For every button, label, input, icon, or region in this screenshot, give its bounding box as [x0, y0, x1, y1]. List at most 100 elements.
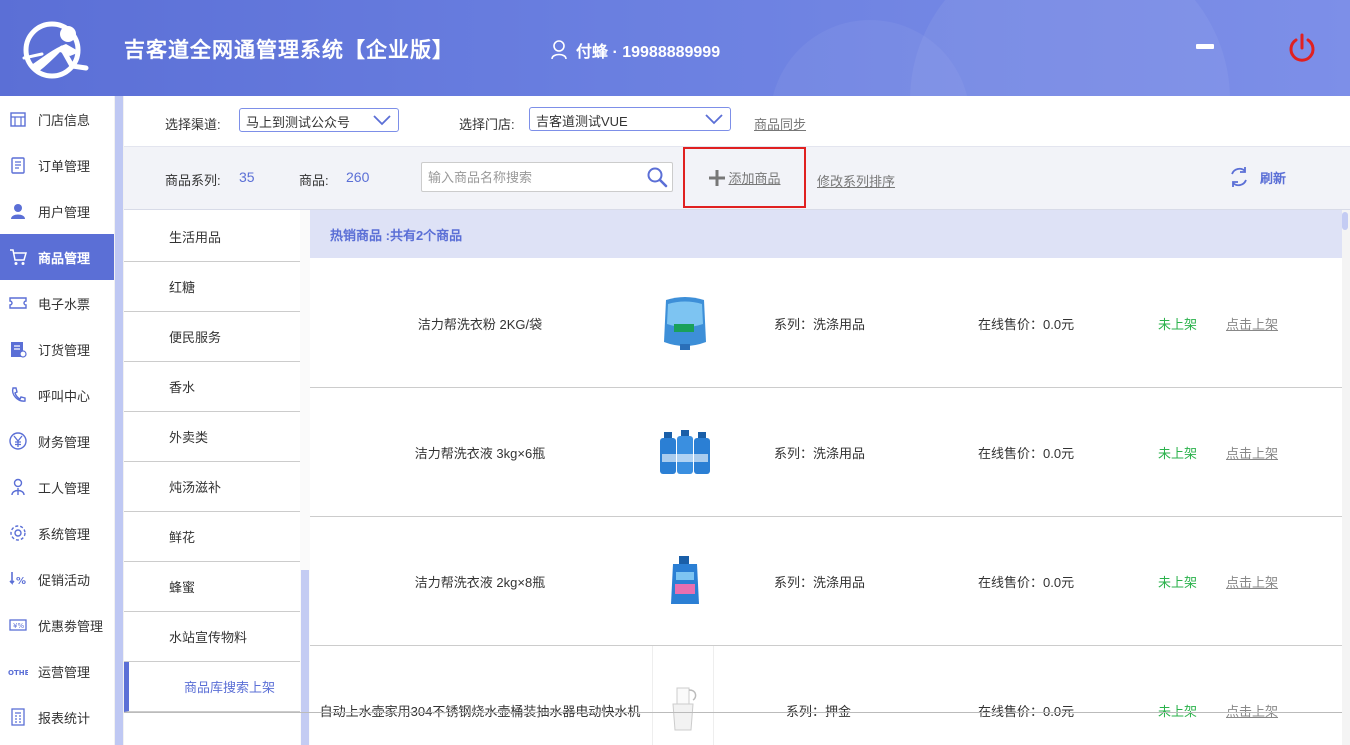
sidebar-item-label: 运营管理 [38, 664, 91, 680]
sidebar-item-call-center[interactable]: 呼叫中心 [0, 372, 114, 418]
goods-count-value: 260 [346, 169, 370, 185]
product-row: 洁力帮洗衣液 3kg×6瓶 系列：洗涤用品 在线售价：0.0元 未上架 点击上架 [310, 388, 1342, 517]
category-label: 生活用品 [169, 230, 222, 245]
category-item[interactable]: 鲜花 [124, 512, 302, 562]
store-icon [10, 112, 26, 127]
product-price: 在线售价：0.0元 [978, 316, 1075, 332]
report-icon [11, 708, 25, 726]
category-item[interactable]: 便民服务 [124, 312, 302, 362]
sidebar-item-label: 电子水票 [38, 296, 91, 312]
svg-text:%: % [16, 576, 26, 587]
product-status: 未上架 [1158, 316, 1198, 332]
filter-bar: 选择渠道: 马上到测试公众号 选择门店: 吉客道测试VUE 商品同步 [124, 96, 1350, 146]
sidebar-item-store-info[interactable]: 门店信息 [0, 96, 114, 142]
user-icon [551, 40, 567, 60]
store-select[interactable]: 吉客道测试VUE [529, 107, 731, 131]
goods-toolbar: 商品系列: 35 商品: 260 添加商品 修改系列排序 刷新 [124, 146, 1350, 210]
product-price: 在线售价：0.0元 [978, 703, 1075, 719]
detergent-bottles-image [660, 430, 710, 474]
goods-search-box[interactable] [421, 162, 673, 192]
sidebar-item-system[interactable]: 系统管理 [0, 510, 114, 556]
product-name: 洁力帮洗衣液 2kg×8瓶 [414, 574, 546, 590]
gear-icon [10, 525, 26, 541]
category-scrollbar[interactable] [300, 210, 310, 745]
sidebar-item-operations[interactable]: OTHER 运营管理 [0, 648, 114, 694]
sidebar-item-workers[interactable]: 工人管理 [0, 464, 114, 510]
category-label: 水站宣传物料 [169, 630, 248, 645]
order-goods-icon [11, 342, 27, 358]
category-item[interactable]: 蜂蜜 [124, 562, 302, 612]
add-goods-button[interactable]: 添加商品 [683, 147, 806, 208]
category-label: 红糖 [169, 280, 196, 295]
category-item[interactable]: 生活用品 [124, 212, 302, 262]
product-list: 热销商品 :共有2个商品 洁力帮洗衣粉 2KG/袋 系列：洗涤用品 在线售价：0… [310, 210, 1342, 745]
sidebar-item-promotion[interactable]: % 促销活动 [0, 556, 114, 602]
sidebar-item-orders[interactable]: 订单管理 [0, 142, 114, 188]
sidebar-item-label: 商品管理 [38, 250, 91, 266]
sidebar-scrollbar[interactable] [114, 96, 124, 745]
sidebar-item-water-ticket[interactable]: 电子水票 [0, 280, 114, 326]
category-item-library-search[interactable]: 商品库搜索上架 [124, 662, 302, 712]
goods-count-label: 商品: [299, 173, 329, 188]
sidebar-item-finance[interactable]: 财务管理 [0, 418, 114, 464]
reorder-series-link[interactable]: 修改系列排序 [817, 171, 895, 190]
sidebar-nav: 门店信息 订单管理 用户管理 商品管理 电子水票 订货管理 呼叫中心 财务管理 … [0, 96, 114, 745]
goods-sync-link[interactable]: 商品同步 [754, 114, 806, 133]
product-status: 未上架 [1158, 703, 1198, 719]
product-series: 系列：押金 [786, 703, 852, 719]
category-label: 商品库搜索上架 [184, 680, 276, 695]
scrollbar-thumb[interactable] [301, 570, 309, 745]
search-icon[interactable] [646, 166, 668, 188]
product-scrollbar[interactable] [1342, 210, 1350, 745]
sidebar-item-label: 促销活动 [38, 572, 91, 588]
put-on-shelf-link[interactable]: 点击上架 [1226, 517, 1278, 645]
product-price: 在线售价：0.0元 [978, 574, 1075, 590]
goods-search-input[interactable] [422, 163, 632, 191]
sidebar-item-goods[interactable]: 商品管理 [0, 234, 114, 280]
category-item[interactable]: 炖汤滋补 [124, 462, 302, 512]
app-header: 吉客道全网通管理系统【企业版】 付蜂 · 19988889999 [0, 0, 1350, 96]
category-label: 炖汤滋补 [169, 480, 222, 495]
sidebar-item-coupons[interactable]: ¥% 优惠劵管理 [0, 602, 114, 648]
sidebar-item-label: 订货管理 [38, 342, 91, 358]
channel-select[interactable]: 马上到测试公众号 [239, 108, 399, 132]
app-title: 吉客道全网通管理系统【企业版】 [124, 39, 454, 62]
product-status: 未上架 [1158, 574, 1198, 590]
refresh-button[interactable]: 刷新 [1228, 165, 1286, 189]
category-list: 生活用品 红糖 便民服务 香水 外卖类 炖汤滋补 鲜花 蜂蜜 水站宣传物料 商品… [124, 210, 310, 745]
user-info[interactable]: 付蜂 · 19988889999 [550, 38, 720, 62]
put-on-shelf-link[interactable]: 点击上架 [1226, 259, 1278, 387]
detergent-bag-image [664, 297, 706, 350]
percent-icon: % [9, 572, 26, 587]
category-item[interactable]: 水站宣传物料 [124, 612, 302, 662]
ticket-icon [9, 297, 27, 309]
sidebar-item-reports[interactable]: 报表统计 [0, 694, 114, 740]
product-row: 洁力帮洗衣粉 2KG/袋 系列：洗涤用品 在线售价：0.0元 未上架 点击上架 [310, 259, 1342, 388]
scrollbar-thumb[interactable] [1342, 212, 1348, 230]
product-group-header: 热销商品 :共有2个商品 [310, 210, 1342, 258]
put-on-shelf-link[interactable]: 点击上架 [1226, 388, 1278, 516]
put-on-shelf-link[interactable]: 点击上架 [1226, 646, 1278, 745]
sidebar-item-order-goods[interactable]: 订货管理 [0, 326, 114, 372]
plus-icon [709, 169, 726, 186]
minimize-button[interactable] [1196, 44, 1214, 49]
sidebar-item-label: 订单管理 [38, 158, 91, 174]
svg-text:OTHER: OTHER [8, 669, 28, 677]
coupon-icon: ¥% [9, 619, 27, 631]
category-item[interactable]: 红糖 [124, 262, 302, 312]
category-item[interactable]: 香水 [124, 362, 302, 412]
sidebar-item-label: 优惠劵管理 [38, 618, 104, 634]
series-count-value: 35 [239, 169, 255, 185]
category-label: 香水 [169, 380, 196, 395]
channel-label: 选择渠道: [165, 117, 221, 132]
sidebar-item-label: 系统管理 [38, 526, 91, 542]
sidebar-item-label: 工人管理 [38, 480, 91, 496]
power-off-icon[interactable] [1286, 32, 1318, 64]
scrollbar-thumb[interactable] [115, 96, 123, 745]
category-item[interactable]: 外卖类 [124, 412, 302, 462]
product-price: 在线售价：0.0元 [978, 445, 1075, 461]
product-image [652, 646, 714, 745]
category-label: 鲜花 [169, 530, 196, 545]
worker-icon [11, 478, 25, 496]
sidebar-item-users[interactable]: 用户管理 [0, 188, 114, 234]
